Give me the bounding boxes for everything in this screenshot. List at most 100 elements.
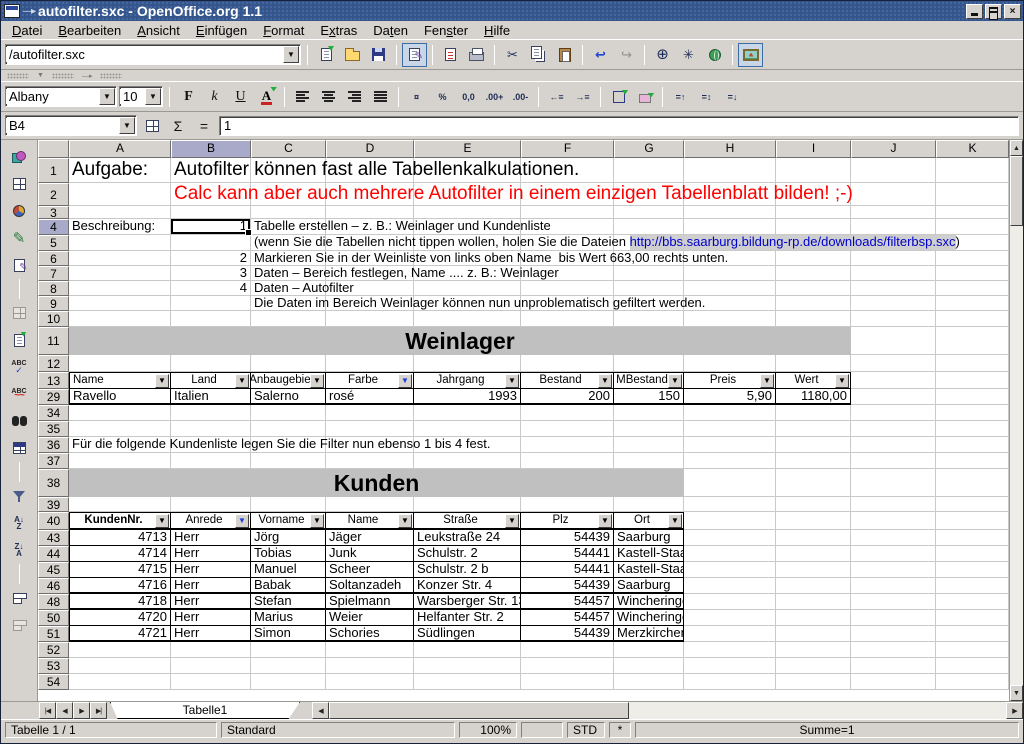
cell-K10[interactable]: [936, 311, 1009, 327]
cell-I39[interactable]: [776, 497, 851, 512]
cell-A37[interactable]: [69, 453, 171, 469]
cell-J52[interactable]: [851, 642, 936, 658]
grip-arrow-icon[interactable]: ▼: [37, 72, 44, 79]
cell-G36[interactable]: [614, 437, 684, 453]
cell-C5[interactable]: (wenn Sie die Tabellen nicht tippen woll…: [251, 235, 326, 251]
cell-B37[interactable]: [171, 453, 251, 469]
cell-I54[interactable]: [776, 674, 851, 690]
cell-C53[interactable]: [251, 658, 326, 674]
cell-G45[interactable]: Kastell-Staadt: [614, 562, 684, 578]
font-size-combobox[interactable]: ▼: [119, 86, 163, 107]
cell-J35[interactable]: [851, 421, 936, 437]
vertical-scroll-track[interactable]: [1010, 226, 1023, 685]
cell-J46[interactable]: [851, 578, 936, 594]
row-header-6[interactable]: 6: [38, 251, 69, 266]
cell-J1[interactable]: [851, 158, 936, 183]
cell-H29[interactable]: 5,90: [684, 389, 776, 405]
cell-A36[interactable]: Für die folgende Kundenliste legen Sie d…: [69, 437, 171, 453]
font-size-dropdown-icon[interactable]: ▼: [145, 88, 161, 105]
cell-G43[interactable]: Saarburg: [614, 530, 684, 546]
cell-F40[interactable]: Plz▼: [521, 512, 614, 530]
cell-B44[interactable]: Herr: [171, 546, 251, 562]
cell-E37[interactable]: [414, 453, 521, 469]
cell-K35[interactable]: [936, 421, 1009, 437]
menu-einfügen[interactable]: Einfügen: [189, 22, 254, 39]
cell-E46[interactable]: Konzer Str. 4: [414, 578, 521, 594]
cell-I7[interactable]: [776, 266, 851, 281]
cell-G13[interactable]: MBestand▼: [614, 372, 684, 389]
cell-B34[interactable]: [171, 405, 251, 421]
row-header-12[interactable]: 12: [38, 355, 69, 372]
cell-H45[interactable]: [684, 562, 776, 578]
function-wizard-icon[interactable]: [141, 116, 163, 136]
row-header-44[interactable]: 44: [38, 546, 69, 562]
decrease-indent-icon[interactable]: ←≡: [544, 85, 569, 109]
cell-J8[interactable]: [851, 281, 936, 296]
form-controls-icon[interactable]: [5, 252, 33, 278]
vertical-scrollbar[interactable]: ▲ ▼: [1009, 140, 1023, 701]
cell-H40[interactable]: [684, 512, 776, 530]
col-header-D[interactable]: D: [326, 140, 414, 158]
close-button[interactable]: ×: [1004, 4, 1021, 19]
cell-J34[interactable]: [851, 405, 936, 421]
number-format-standard-icon[interactable]: 0,0: [456, 85, 481, 109]
url-dropdown-icon[interactable]: ▼: [283, 46, 299, 63]
cell-H44[interactable]: [684, 546, 776, 562]
cell-E54[interactable]: [414, 674, 521, 690]
cell-J45[interactable]: [851, 562, 936, 578]
cell-A51[interactable]: 4721: [69, 626, 171, 642]
minimize-button[interactable]: [966, 4, 983, 19]
align-bottom-icon[interactable]: =↓: [720, 85, 745, 109]
row-header-52[interactable]: 52: [38, 642, 69, 658]
cell-J51[interactable]: [851, 626, 936, 642]
cell-B50[interactable]: Herr: [171, 610, 251, 626]
col-header-B[interactable]: B: [171, 140, 251, 158]
cell-E52[interactable]: [414, 642, 521, 658]
cell-reference-input[interactable]: [6, 118, 118, 133]
cell-F48[interactable]: 54457: [521, 594, 614, 610]
cell-H1[interactable]: [684, 158, 776, 183]
cell-G8[interactable]: [614, 281, 684, 296]
cell-I53[interactable]: [776, 658, 851, 674]
cell-B9[interactable]: [171, 296, 251, 311]
col-header-I[interactable]: I: [776, 140, 851, 158]
row-header-9[interactable]: 9: [38, 296, 69, 311]
row-header-50[interactable]: 50: [38, 610, 69, 626]
open-icon[interactable]: [340, 43, 365, 67]
cell-F12[interactable]: [521, 355, 614, 372]
autofilter-button-F40[interactable]: ▼: [598, 514, 612, 528]
grip-dots[interactable]: [100, 73, 122, 79]
cell-A46[interactable]: 4716: [69, 578, 171, 594]
cell-K7[interactable]: [936, 266, 1009, 281]
cell-G29[interactable]: 150: [614, 389, 684, 405]
cell-G10[interactable]: [614, 311, 684, 327]
cell-K46[interactable]: [936, 578, 1009, 594]
autofilter-button-D13[interactable]: ▼: [398, 374, 412, 388]
cell-A12[interactable]: [69, 355, 171, 372]
navigator-icon[interactable]: ⊕: [650, 43, 675, 67]
align-vcenter-icon[interactable]: =↕: [694, 85, 719, 109]
previous-sheet-icon[interactable]: ◀: [56, 702, 73, 719]
cell-E48[interactable]: Warsberger Str. 13: [414, 594, 521, 610]
cell-K40[interactable]: [936, 512, 1009, 530]
cell-E40[interactable]: Straße▼: [414, 512, 521, 530]
cell-H43[interactable]: [684, 530, 776, 546]
cell-E51[interactable]: Südlingen: [414, 626, 521, 642]
cell-J29[interactable]: [851, 389, 936, 405]
cell-F52[interactable]: [521, 642, 614, 658]
cell-E53[interactable]: [414, 658, 521, 674]
autofilter-button-I13[interactable]: ▼: [835, 374, 849, 388]
cell-H50[interactable]: [684, 610, 776, 626]
row-header-34[interactable]: 34: [38, 405, 69, 421]
row-header-13[interactable]: 13: [38, 372, 69, 389]
cell-G3[interactable]: [614, 206, 684, 219]
cell-F44[interactable]: 54441: [521, 546, 614, 562]
cell-B45[interactable]: Herr: [171, 562, 251, 578]
cell-I52[interactable]: [776, 642, 851, 658]
autofilter-button-F13[interactable]: ▼: [598, 374, 612, 388]
cell-C37[interactable]: [251, 453, 326, 469]
row-header-53[interactable]: 53: [38, 658, 69, 674]
cell-J54[interactable]: [851, 674, 936, 690]
cell-B7[interactable]: 3: [171, 266, 251, 281]
cell-G4[interactable]: [614, 219, 684, 235]
